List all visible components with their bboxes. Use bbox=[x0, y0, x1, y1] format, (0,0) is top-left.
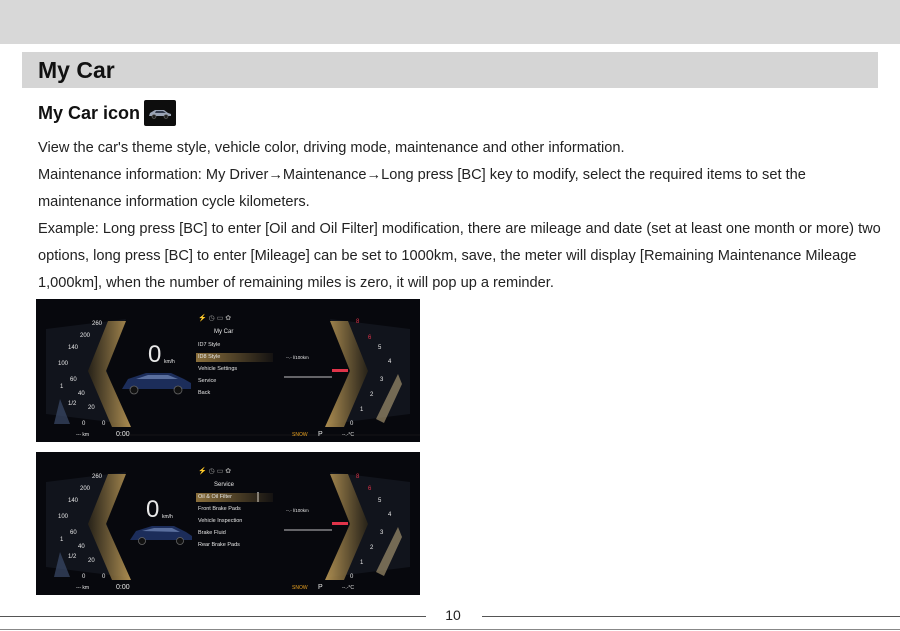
bottom-rule bbox=[0, 629, 900, 630]
menu-item[interactable]: Service bbox=[196, 377, 273, 386]
tick-label: 60 bbox=[70, 377, 77, 383]
fuel-consumption: --.- l/100km bbox=[286, 508, 309, 513]
fuel-consumption: --.- l/100km bbox=[286, 355, 309, 360]
menu-item[interactable]: ID7 Style bbox=[196, 341, 273, 350]
rpm-tick: 2 bbox=[370, 545, 374, 551]
rpm-tick: 0 bbox=[350, 574, 354, 580]
rpm-tick: 5 bbox=[378, 498, 382, 504]
outside-temp: --.-°C bbox=[342, 585, 354, 591]
header-band bbox=[0, 0, 900, 44]
tick-label: 20 bbox=[88, 405, 95, 411]
clock: 0:00 bbox=[116, 431, 130, 438]
clock: 0:00 bbox=[116, 584, 130, 591]
menu-icons: ⚡ ◷ ▭ ✿ bbox=[198, 315, 232, 322]
tick-label: 140 bbox=[68, 498, 79, 504]
speed-value: 0 bbox=[146, 496, 160, 523]
odometer: --- km bbox=[76, 585, 90, 591]
tick-label: 0 bbox=[102, 421, 106, 427]
menu-item[interactable]: Brake Fluid bbox=[196, 529, 273, 538]
paragraph-example: Example: Long press [BC] to enter [Oil a… bbox=[38, 221, 881, 291]
menu-item[interactable]: Rear Brake Pads bbox=[196, 541, 273, 550]
fuel-mark: 1/2 bbox=[68, 401, 77, 407]
rpm-tick: 2 bbox=[370, 392, 374, 398]
subheading-text: My Car icon bbox=[38, 102, 141, 123]
paragraph-intro: View the car's theme style, vehicle colo… bbox=[38, 140, 625, 156]
car-icon bbox=[144, 100, 177, 126]
rpm-tick: 6 bbox=[368, 335, 372, 341]
rpm-tick: 5 bbox=[378, 345, 382, 351]
rpm-tick: 1 bbox=[360, 407, 364, 413]
rpm-tick: 8 bbox=[356, 474, 360, 480]
fuel-mark: 1 bbox=[60, 384, 64, 390]
rpm-tick: 3 bbox=[380, 377, 384, 383]
rpm-tick: 1 bbox=[360, 560, 364, 566]
tick-label: 260 bbox=[92, 474, 103, 480]
gear-indicator: P bbox=[318, 584, 323, 591]
body-text: View the car's theme style, vehicle colo… bbox=[38, 135, 888, 297]
outside-temp: --.-°C bbox=[342, 432, 354, 438]
section-title-bar: My Car bbox=[22, 52, 878, 88]
tick-label: 200 bbox=[80, 486, 91, 492]
menu-item[interactable]: Front Brake Pads bbox=[196, 505, 273, 514]
fuel-mark: 1 bbox=[60, 537, 64, 543]
rpm-tick: 4 bbox=[388, 359, 392, 365]
footer-rule-left bbox=[0, 616, 426, 617]
rpm-tick: 6 bbox=[368, 486, 372, 492]
menu-item-selected[interactable]: Oil & Oil Filter bbox=[196, 493, 273, 502]
tick-label: 40 bbox=[78, 544, 85, 550]
menu-item[interactable]: Back bbox=[196, 389, 273, 398]
fuel-mark: 0 bbox=[82, 421, 86, 427]
tick-label: 20 bbox=[88, 558, 95, 564]
speed-unit: km/h bbox=[162, 514, 173, 520]
tick-label: 100 bbox=[58, 514, 69, 520]
fuel-mark: 0 bbox=[82, 574, 86, 580]
menu-title: Service bbox=[214, 482, 235, 488]
menu-title: My Car bbox=[214, 329, 234, 335]
rpm-tick: 4 bbox=[388, 512, 392, 518]
footer-rule-right bbox=[482, 616, 900, 617]
dashboard-screenshot-my-car: 260 200 140 100 60 40 20 0 1 1/2 0 0 km/… bbox=[36, 299, 420, 442]
tick-label: 260 bbox=[92, 321, 103, 327]
speed-unit: km/h bbox=[164, 359, 175, 365]
page-number: 10 bbox=[445, 607, 461, 623]
subheading: My Car icon bbox=[38, 100, 177, 126]
tick-label: 60 bbox=[70, 530, 77, 536]
rpm-tick: 3 bbox=[380, 530, 384, 536]
fuel-mark: 1/2 bbox=[68, 554, 77, 560]
tick-label: 100 bbox=[58, 361, 69, 367]
drive-mode: SNOW bbox=[292, 585, 308, 591]
menu-item[interactable]: Vehicle Inspection bbox=[196, 517, 273, 526]
tick-label: 200 bbox=[80, 333, 91, 339]
menu-item[interactable]: Vehicle Settings bbox=[196, 365, 273, 374]
tick-label: 140 bbox=[68, 345, 79, 351]
drive-mode: SNOW bbox=[292, 432, 308, 438]
rpm-tick: 8 bbox=[356, 319, 360, 325]
speed-value: 0 bbox=[148, 341, 162, 368]
odometer: --- km bbox=[76, 432, 90, 438]
rpm-tick: 0 bbox=[350, 421, 354, 427]
dashboard-screenshot-service: 260 200 140 100 60 40 20 0 1 1/2 0 0 km/… bbox=[36, 452, 420, 595]
tick-label: 40 bbox=[78, 391, 85, 397]
menu-item-selected[interactable]: ID8 Style bbox=[196, 353, 273, 362]
tick-label: 0 bbox=[102, 574, 106, 580]
gear-indicator: P bbox=[318, 431, 323, 438]
page-title: My Car bbox=[38, 56, 115, 83]
paragraph-maintenance: Maintenance information: My Driver→Maint… bbox=[38, 167, 806, 210]
menu-icons: ⚡ ◷ ▭ ✿ bbox=[198, 468, 232, 475]
